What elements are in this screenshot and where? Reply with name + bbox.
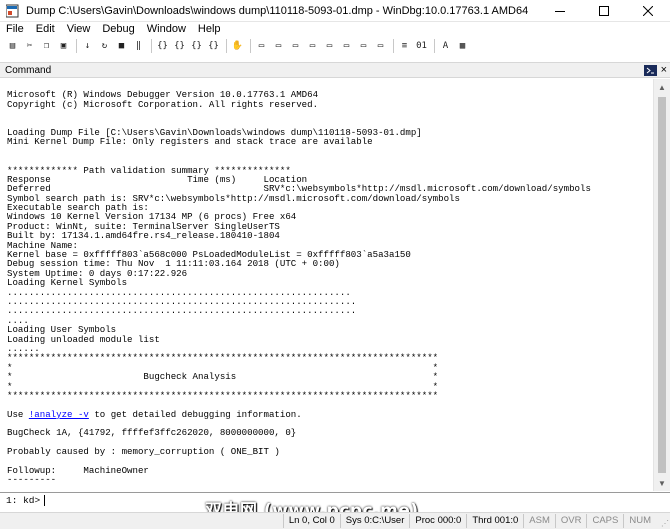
status-cell: Proc 000:0 bbox=[409, 514, 466, 528]
menu-window[interactable]: Window bbox=[141, 22, 192, 37]
status-cell: Ln 0, Col 0 bbox=[282, 514, 340, 528]
output-line: Probably caused by : memory_corruption (… bbox=[7, 446, 280, 458]
scrollbar-thumb[interactable] bbox=[658, 97, 666, 473]
step-over-icon[interactable]: {} bbox=[172, 39, 187, 53]
toolbar-separator bbox=[151, 39, 152, 53]
command-output[interactable]: Microsoft (R) Windows Debugger Version 1… bbox=[1, 79, 655, 491]
go-icon[interactable]: ↓ bbox=[80, 39, 95, 53]
command-window-icon[interactable] bbox=[643, 64, 657, 76]
break-icon[interactable]: ‖ bbox=[131, 39, 146, 53]
close-icon bbox=[643, 6, 653, 16]
output-line: --------- bbox=[7, 474, 57, 486]
restart-icon[interactable]: ↻ bbox=[97, 39, 112, 53]
output-line: Built by: 17134.1.amd64fre.rs4_release.1… bbox=[7, 230, 280, 242]
maximize-button[interactable] bbox=[582, 0, 626, 22]
toolbar-separator bbox=[393, 39, 394, 53]
menu-bar: File Edit View Debug Window Help bbox=[0, 22, 670, 37]
scroll-up-icon[interactable]: ▲ bbox=[654, 79, 670, 95]
output-line: Followup: MachineOwner bbox=[7, 465, 149, 477]
output-line: Copyright (c) Microsoft Corporation. All… bbox=[7, 98, 319, 110]
status-cell: Sys 0:C:\User bbox=[339, 514, 410, 528]
options-icon[interactable]: ▦ bbox=[455, 39, 470, 53]
output-line: Mini Kernel Dump File: Only registers an… bbox=[7, 136, 373, 148]
hex-display-icon[interactable]: 01 bbox=[414, 39, 429, 53]
cut-icon[interactable]: ✂ bbox=[22, 39, 37, 53]
source-mode-on-icon[interactable]: ≡ bbox=[397, 39, 412, 53]
menu-edit[interactable]: Edit bbox=[30, 22, 61, 37]
maximize-icon bbox=[599, 6, 609, 16]
step-out-icon[interactable]: {} bbox=[189, 39, 204, 53]
run-to-cursor-icon[interactable]: {} bbox=[206, 39, 221, 53]
minimize-icon bbox=[555, 11, 565, 12]
title-bar: Dump C:\Users\Gavin\Downloads\windows du… bbox=[0, 0, 670, 22]
copy-icon[interactable]: ❐ bbox=[39, 39, 54, 53]
font-icon[interactable]: A bbox=[438, 39, 453, 53]
registers-window-icon[interactable]: ▭ bbox=[305, 39, 320, 53]
status-cell: CAPS bbox=[586, 514, 623, 528]
windbg-app-icon[interactable] bbox=[5, 4, 20, 18]
source-mode-icon[interactable]: ✋ bbox=[230, 39, 245, 53]
toolbar-separator bbox=[250, 39, 251, 53]
status-cell: ASM bbox=[523, 514, 555, 528]
command-window-icon[interactable]: ▭ bbox=[254, 39, 269, 53]
scroll-down-icon[interactable]: ▼ bbox=[654, 475, 670, 491]
output-line: ........................................… bbox=[7, 305, 357, 317]
toolbar-separator bbox=[226, 39, 227, 53]
output-line: Loading unloaded module list bbox=[7, 333, 160, 345]
toolbar: ▤ ✂ ❐ ▣ ↓ ↻ ■ ‖{}{}{}{} ✋ ▭ ▭ ▭ ▭ ▭ ▭ ▭ ▭ ≡ 01 A ▦ bbox=[0, 37, 670, 55]
menu-help[interactable]: Help bbox=[192, 22, 227, 37]
close-button[interactable] bbox=[626, 0, 670, 22]
command-pane-title: Command bbox=[5, 64, 52, 76]
menu-debug[interactable]: Debug bbox=[96, 22, 140, 37]
status-bar: Ln 0, Col 0 Sys 0:C:\User Proc 000:0 Thrd 0… bbox=[0, 512, 670, 529]
watch-window-icon[interactable]: ▭ bbox=[271, 39, 286, 53]
stop-debugging-icon[interactable]: ■ bbox=[114, 39, 129, 53]
scratch-pad-icon[interactable]: ▭ bbox=[373, 39, 388, 53]
window-title: Dump C:\Users\Gavin\Downloads\windows du… bbox=[26, 4, 529, 17]
output-line: BugCheck 1A, {41792, ffffef3ffc262020, 8… bbox=[7, 427, 297, 439]
toolbar-separator bbox=[76, 39, 77, 53]
status-cell: OVR bbox=[554, 514, 587, 528]
step-into-icon[interactable]: {} bbox=[155, 39, 170, 53]
analyze-link[interactable]: !analyze -v bbox=[29, 409, 89, 420]
status-cell: NUM bbox=[623, 514, 656, 528]
locals-window-icon[interactable]: ▭ bbox=[288, 39, 303, 53]
memory-window-icon[interactable]: ▭ bbox=[322, 39, 337, 53]
paste-icon[interactable]: ▣ bbox=[56, 39, 71, 53]
menu-view[interactable]: View bbox=[61, 22, 97, 37]
output-text: to get detailed debugging information. bbox=[88, 408, 302, 420]
call-stack-icon[interactable]: ▭ bbox=[339, 39, 354, 53]
close-icon[interactable]: × bbox=[661, 64, 667, 76]
menu-file[interactable]: File bbox=[0, 22, 30, 37]
status-cell: Thrd 001:0 bbox=[466, 514, 523, 528]
disassembly-icon[interactable]: ▭ bbox=[356, 39, 371, 53]
output-scrollbar[interactable]: ▲ ▼ bbox=[653, 79, 670, 491]
open-icon[interactable]: ▤ bbox=[5, 39, 20, 53]
toolbar-separator bbox=[434, 39, 435, 53]
output-line: ****************************************… bbox=[7, 389, 439, 401]
command-pane-header: Command × bbox=[0, 62, 670, 78]
output-text: Use bbox=[7, 408, 29, 420]
command-prompt: 1: kd> bbox=[6, 494, 41, 506]
output-line: Use !analyze -v to get detailed debuggin… bbox=[7, 408, 655, 420]
resize-grip-icon[interactable]: ⋰ bbox=[661, 519, 669, 528]
minimize-button[interactable] bbox=[538, 0, 582, 22]
